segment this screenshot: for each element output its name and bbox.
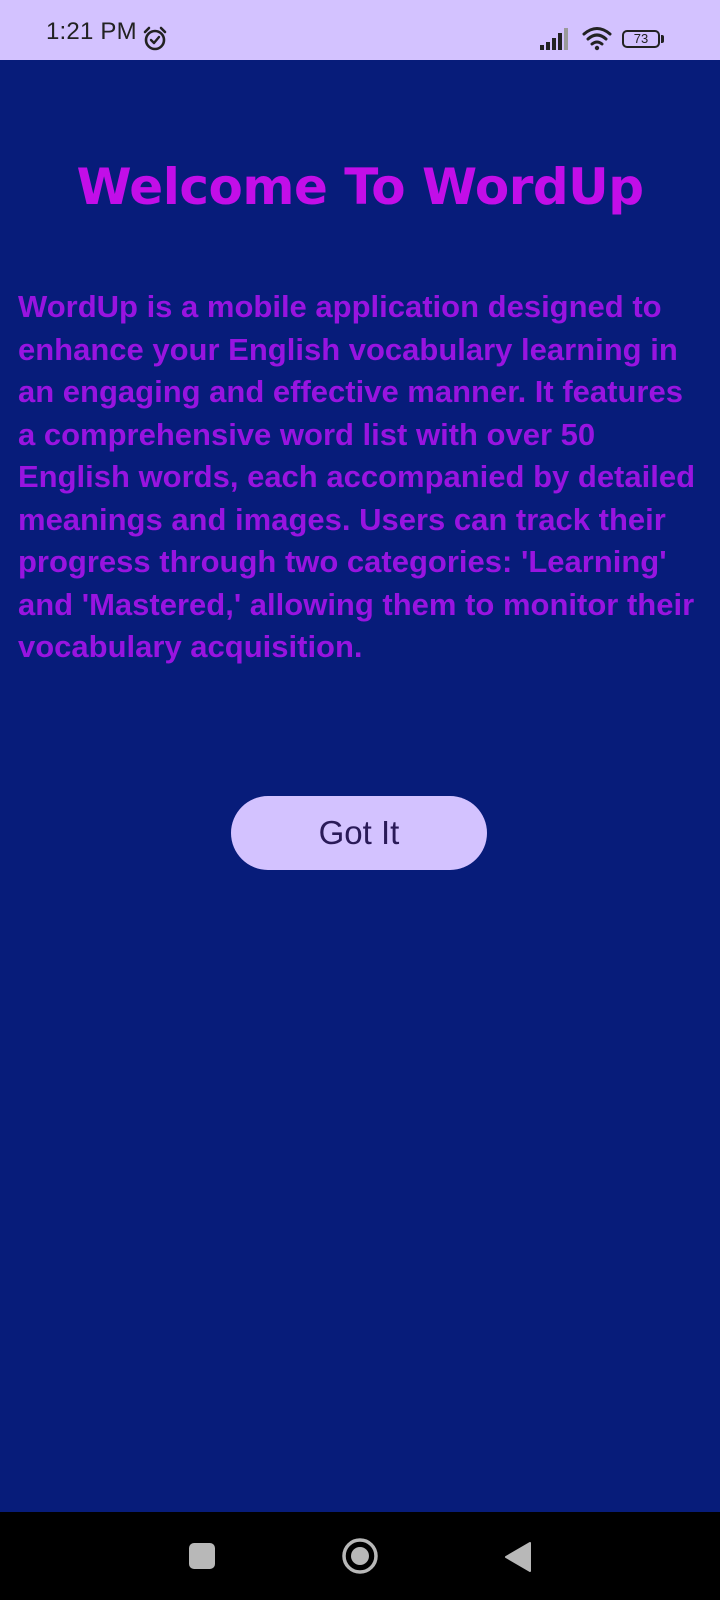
recents-icon[interactable]: [189, 1543, 215, 1569]
back-icon[interactable]: [504, 1541, 532, 1573]
signal-icon: [540, 28, 568, 50]
alarm-icon: [143, 26, 167, 51]
page-title: Welcome To WordUp: [76, 158, 644, 216]
battery-icon: 73: [622, 30, 666, 50]
status-bar: 1:21 PM 73: [0, 0, 720, 60]
battery-level: 73: [622, 30, 660, 48]
wifi-icon: [582, 27, 612, 51]
app-description: WordUp is a mobile application designed …: [18, 289, 696, 664]
status-time: 1:21 PM: [46, 18, 137, 45]
got-it-button[interactable]: Got It: [231, 796, 487, 870]
battery-cap: [661, 35, 664, 43]
home-icon[interactable]: [341, 1537, 379, 1575]
